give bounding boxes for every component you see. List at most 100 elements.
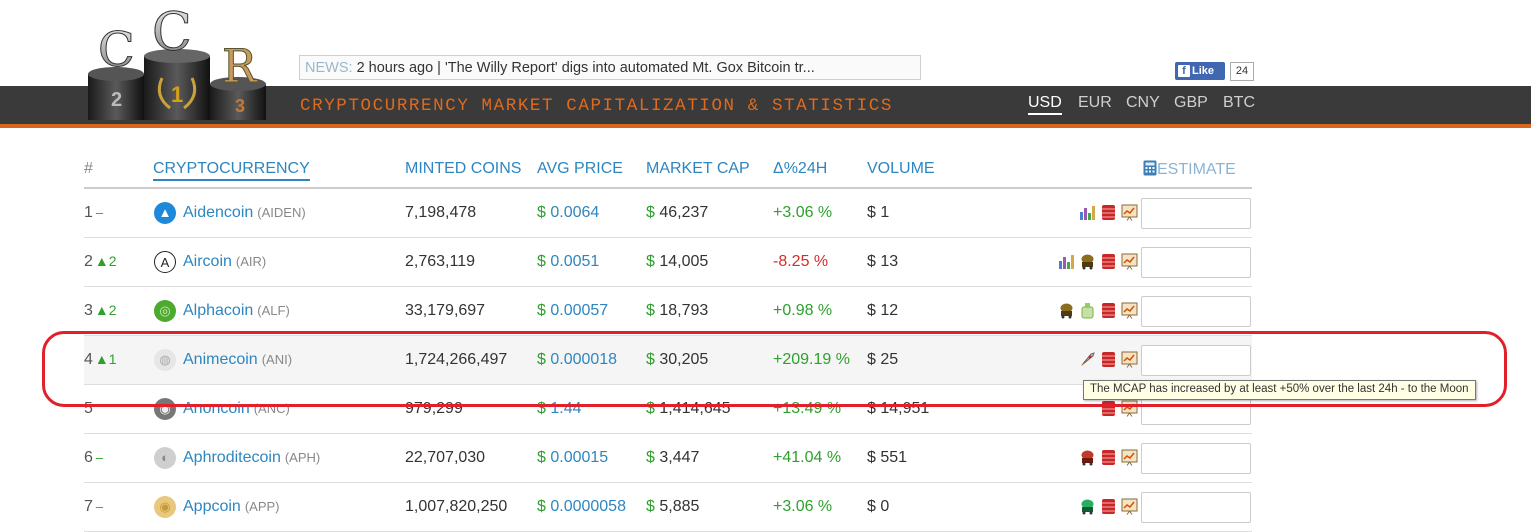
minted-coins-value: 22,707,030	[405, 449, 486, 466]
rank-change-indicator: –	[95, 499, 104, 514]
chart-icon[interactable]	[1058, 253, 1075, 270]
volume-value: $ 0	[867, 498, 890, 515]
table-row: 3 ▲2 ◎ Alphacoin (ALF) 33,179,697 $ 0.0005…	[84, 287, 1252, 336]
coin-logo-icon: ◉	[154, 496, 176, 518]
facebook-like-count: 24	[1230, 62, 1254, 81]
news-headline[interactable]: 2 hours ago | 'The Willy Report' digs in…	[357, 60, 815, 76]
database-icon[interactable]	[1100, 204, 1117, 221]
svg-text:C: C	[152, 4, 192, 63]
site-tagline: CRYPTOCURRENCY MARKET CAPITALIZATION & S…	[300, 96, 893, 116]
rank-change-indicator: ▲2	[94, 253, 117, 269]
coin-name-link[interactable]: Aphroditecoin (APH)	[183, 449, 320, 467]
rank-change-indicator: –	[95, 205, 104, 220]
chart-board-icon[interactable]	[1121, 498, 1138, 515]
coin-name[interactable]: Alphacoin	[183, 302, 253, 319]
coin-symbol: (ALF)	[257, 303, 290, 318]
coin-symbol: (APP)	[244, 499, 280, 514]
avg-price-amount[interactable]: 0.0064	[550, 204, 599, 221]
col-volume[interactable]: VOLUME	[867, 160, 935, 178]
col-avg-price[interactable]: AVG PRICE	[537, 160, 623, 178]
facebook-icon: f	[1178, 65, 1190, 77]
mining-cart-icon[interactable]	[1079, 253, 1096, 270]
currency-gbp[interactable]: GBP	[1174, 94, 1208, 112]
market-cap-value: $ 3,447	[646, 449, 700, 466]
col-market-cap[interactable]: MARKET CAP	[646, 160, 750, 178]
mining-cart-icon[interactable]	[1079, 498, 1096, 515]
coin-name[interactable]: Aidencoin	[183, 204, 253, 221]
coin-name[interactable]: Aphroditecoin	[183, 449, 281, 466]
estimate-input[interactable]	[1141, 296, 1251, 327]
coin-name-link[interactable]: Appcoin (APP)	[183, 498, 280, 516]
avg-price-amount[interactable]: 0.0051	[550, 253, 599, 270]
estimate-input[interactable]	[1141, 198, 1251, 229]
rank-cell: 3 ▲2	[84, 302, 117, 320]
chart-board-icon[interactable]	[1121, 204, 1138, 221]
facebook-like-label: Like	[1192, 65, 1215, 77]
chart-board-icon[interactable]	[1121, 449, 1138, 466]
estimate-input[interactable]	[1141, 492, 1251, 523]
avg-price-value[interactable]: $ 0.00015	[537, 449, 608, 467]
currency-cny[interactable]: CNY	[1126, 94, 1160, 112]
facebook-like-button[interactable]: f Like	[1175, 62, 1225, 80]
avg-price-amount[interactable]: 0.00015	[550, 449, 608, 466]
estimate-input[interactable]	[1141, 443, 1251, 474]
table-row: 2 ▲2 A Aircoin (AIR) 2,763,119 $ 0.0051 $ …	[84, 238, 1252, 287]
mining-cart-icon[interactable]	[1079, 449, 1096, 466]
col-minted-coins[interactable]: MINTED COINS	[405, 160, 521, 178]
market-cap-amount: 14,005	[659, 253, 709, 270]
chart-icon[interactable]	[1079, 204, 1096, 221]
database-icon[interactable]	[1100, 253, 1117, 270]
database-icon[interactable]	[1100, 498, 1117, 515]
avg-price-amount[interactable]: 0.0000058	[550, 498, 626, 515]
bottle-icon[interactable]	[1079, 302, 1096, 319]
change-24h-value: +3.06 %	[773, 498, 833, 515]
market-cap-value: $ 46,237	[646, 204, 709, 221]
moon-tooltip: The MCAP has increased by at least +50% …	[1083, 380, 1476, 400]
avg-price-value[interactable]: $ 0.0051	[537, 253, 599, 271]
minted-coins-value: 2,763,119	[405, 253, 475, 270]
rank-number: 2	[84, 253, 93, 270]
news-label: NEWS:	[305, 60, 353, 76]
news-ticker[interactable]: NEWS: 2 hours ago | 'The Willy Report' d…	[299, 55, 921, 80]
database-icon[interactable]	[1100, 449, 1117, 466]
currency-eur[interactable]: EUR	[1078, 94, 1112, 112]
mining-cart-icon[interactable]	[1058, 302, 1075, 319]
rank-change-indicator: ▲2	[94, 302, 117, 318]
coin-name[interactable]: Aircoin	[183, 253, 232, 270]
database-icon[interactable]	[1100, 302, 1117, 319]
avg-price-value[interactable]: $ 0.0000058	[537, 498, 626, 516]
estimate-label: ESTIMATE	[1157, 161, 1236, 178]
minted-coins-value: 1,007,820,250	[405, 498, 508, 515]
col-estimate[interactable]: ESTIMATE	[1143, 160, 1236, 179]
coin-name-link[interactable]: Aidencoin (AIDEN)	[183, 204, 306, 222]
svg-text:1: 1	[171, 82, 183, 107]
volume-value: $ 1	[867, 204, 890, 221]
change-24h-value: -8.25 %	[773, 253, 829, 270]
ccr-logo[interactable]: C C R 2 1 3	[84, 4, 284, 126]
coin-logo-icon: ◎	[154, 300, 176, 322]
currency-usd[interactable]: USD	[1028, 94, 1062, 115]
coin-logo-icon: ◐	[154, 447, 176, 469]
minted-coins-value: 33,179,697	[405, 302, 486, 319]
coin-name-link[interactable]: Aircoin (AIR)	[183, 253, 266, 271]
chart-board-icon[interactable]	[1121, 253, 1138, 270]
coin-symbol: (AIDEN)	[257, 205, 306, 220]
coin-name-link[interactable]: Alphacoin (ALF)	[183, 302, 290, 320]
currency-btc[interactable]: BTC	[1223, 94, 1255, 112]
avg-price-value[interactable]: $ 0.00057	[537, 302, 608, 320]
col-change-24h[interactable]: Δ%24H	[773, 160, 827, 178]
table-row: 7– ◉ Appcoin (APP) 1,007,820,250 $ 0.0000…	[84, 483, 1252, 532]
avg-price-value[interactable]: $ 0.0064	[537, 204, 599, 222]
change-24h-value: +3.06 %	[773, 204, 833, 221]
rank-cell: 2 ▲2	[84, 253, 117, 271]
calculator-icon	[1143, 160, 1157, 176]
coin-logo-icon: ▲	[154, 202, 176, 224]
coin-name[interactable]: Appcoin	[183, 498, 241, 515]
estimate-input[interactable]	[1141, 247, 1251, 278]
chart-board-icon[interactable]	[1121, 302, 1138, 319]
market-cap-amount: 3,447	[659, 449, 700, 466]
rank-cell: 1–	[84, 204, 103, 222]
rank-number: 6	[84, 449, 93, 466]
col-cryptocurrency[interactable]: CRYPTOCURRENCY	[153, 160, 310, 181]
avg-price-amount[interactable]: 0.00057	[550, 302, 608, 319]
